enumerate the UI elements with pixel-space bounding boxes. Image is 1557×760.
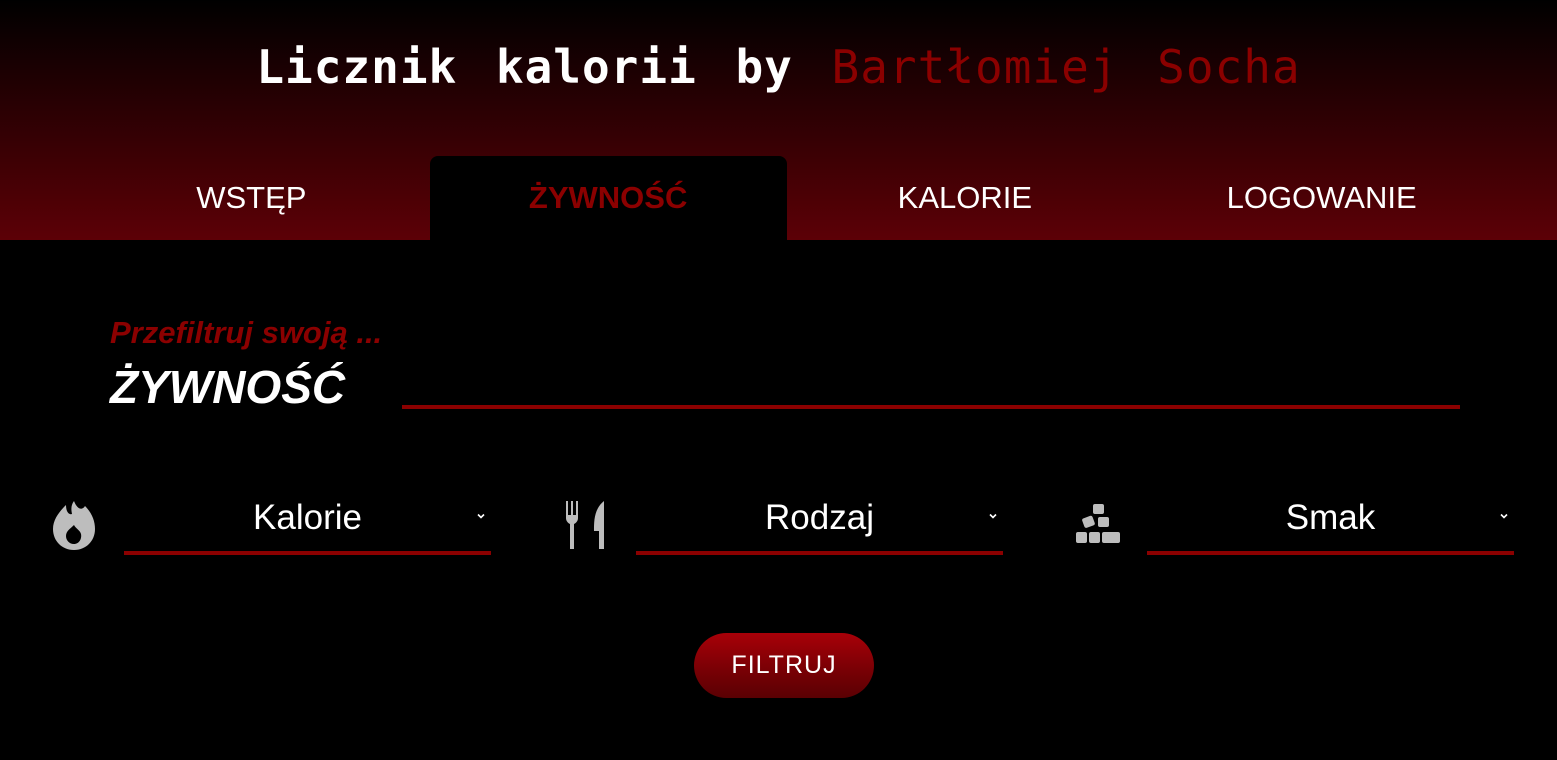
filter-subtitle: Przefiltruj swoją ... bbox=[110, 315, 383, 350]
tab-label: WSTĘP bbox=[196, 180, 307, 215]
taste-select[interactable]: Smak bbox=[1147, 495, 1514, 555]
tab-label: KALORIE bbox=[897, 180, 1033, 215]
type-select[interactable]: Rodzaj bbox=[636, 495, 1003, 555]
tab-kalorie[interactable]: KALORIE bbox=[787, 156, 1144, 240]
filter-subtitle-wrap: Przefiltruj swoją ... bbox=[110, 315, 382, 351]
calories-select[interactable]: Kalorie bbox=[124, 495, 491, 555]
utensils-icon bbox=[563, 497, 609, 553]
tab-label: LOGOWANIE bbox=[1226, 180, 1417, 215]
calories-select-value: Kalorie bbox=[253, 498, 362, 537]
tab-zywnosc[interactable]: ŻYWNOŚĆ bbox=[429, 156, 787, 240]
tab-logowanie[interactable]: LOGOWANIE bbox=[1143, 156, 1500, 240]
cubes-icon bbox=[1075, 497, 1121, 553]
site-title-author: Bartłomiej Socha bbox=[831, 40, 1301, 94]
type-select-value: Rodzaj bbox=[765, 498, 874, 537]
taste-select-value: Smak bbox=[1285, 498, 1376, 537]
chevron-down-icon bbox=[989, 513, 997, 519]
site-title-prefix: Licznik kalorii by bbox=[256, 40, 793, 94]
main-nav: WSTĘP ŻYWNOŚĆ KALORIE LOGOWANIE bbox=[73, 156, 1500, 240]
tab-wstep[interactable]: WSTĘP bbox=[73, 156, 430, 240]
tab-label: ŻYWNOŚĆ bbox=[528, 180, 688, 215]
filter-button[interactable]: FILTRUJ bbox=[694, 633, 874, 698]
chevron-down-icon bbox=[477, 513, 485, 519]
site-title: Licznik kalorii by Bartłomiej Socha bbox=[0, 40, 1557, 94]
page-header: Licznik kalorii by Bartłomiej Socha WSTĘ… bbox=[0, 0, 1557, 240]
title-underline bbox=[402, 405, 1460, 409]
section-title: ŻYWNOŚĆ bbox=[110, 361, 346, 413]
chevron-down-icon bbox=[1500, 513, 1508, 519]
fire-icon bbox=[51, 497, 97, 553]
